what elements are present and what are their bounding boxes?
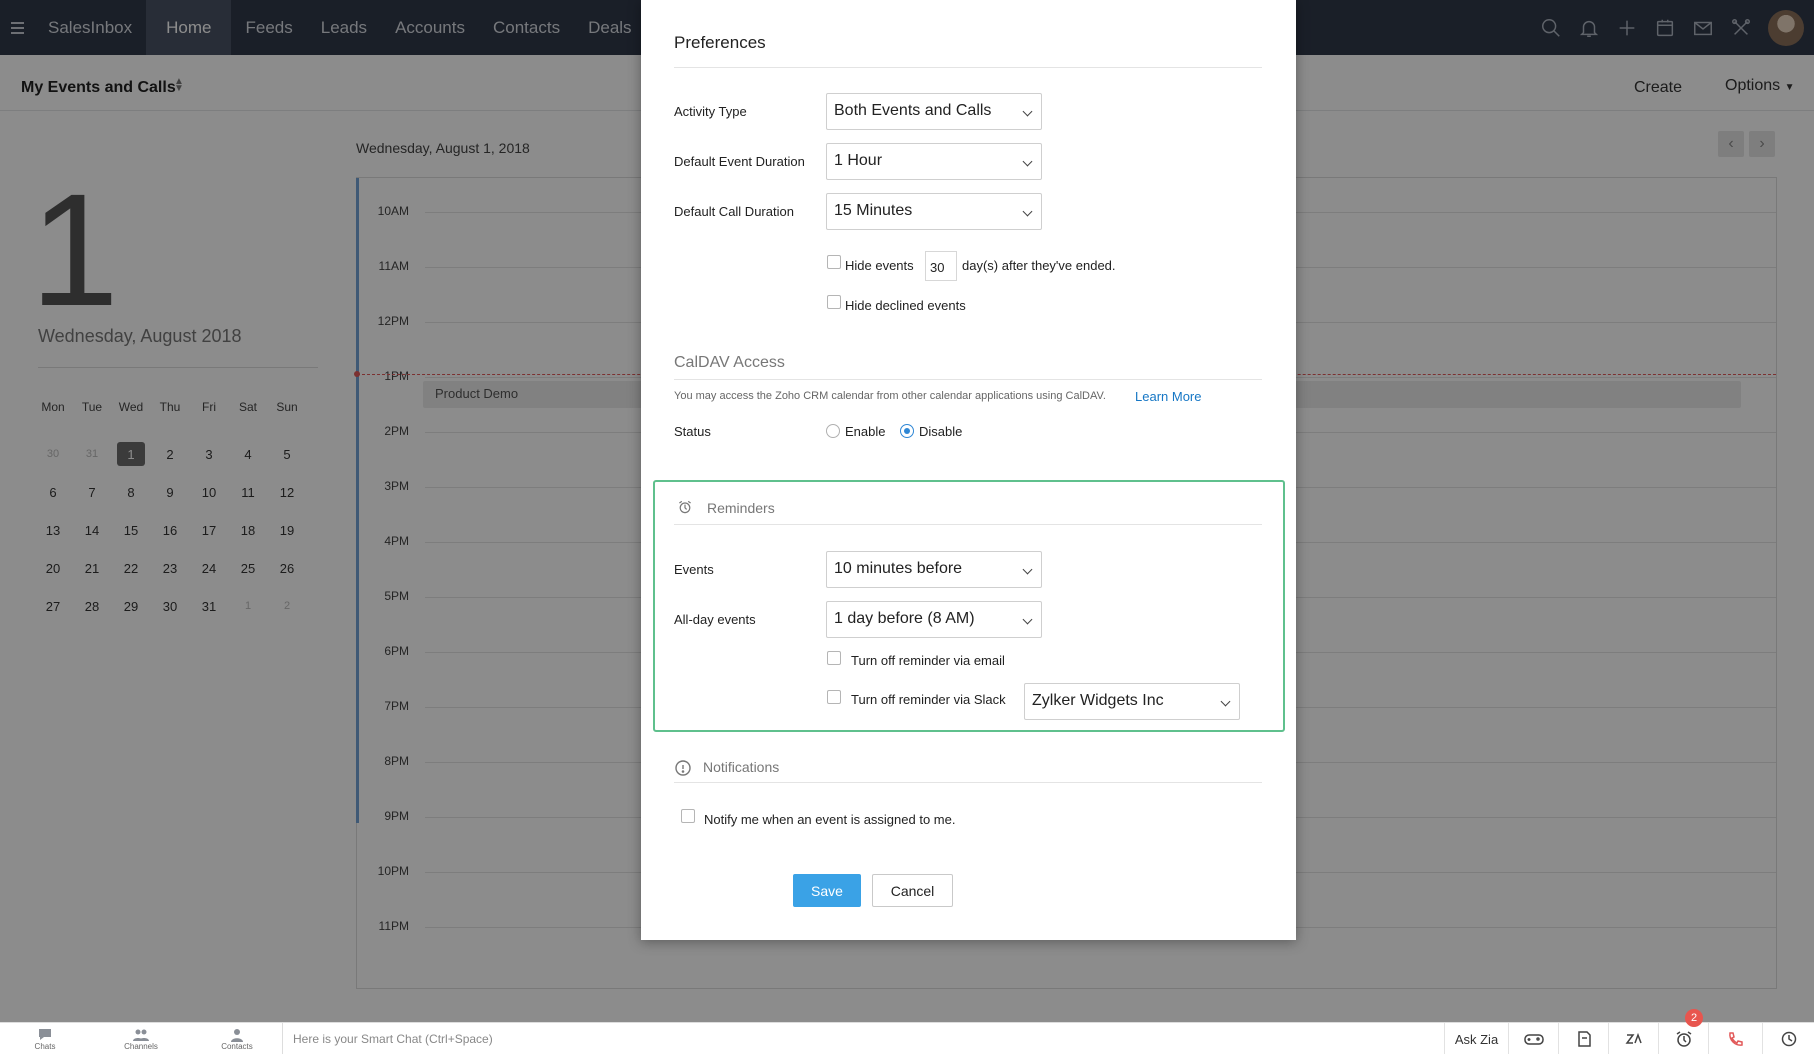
allday-reminder-label: All-day events [674,612,756,627]
learn-more-link[interactable]: Learn More [1135,389,1201,404]
cancel-button[interactable]: Cancel [872,874,953,907]
slack-reminder-off-checkbox[interactable] [827,690,841,704]
enable-radio[interactable] [826,424,840,438]
slack-workspace-select[interactable]: Zylker Widgets Inc [1024,683,1240,720]
call-duration-select[interactable]: 15 Minutes [826,193,1042,230]
email-reminder-off-label: Turn off reminder via email [851,653,1005,668]
hide-declined-checkbox[interactable] [827,295,841,309]
contacts-button[interactable]: Contacts [214,1023,260,1054]
bottom-bar: Chats Channels Contacts Here is your Sma… [0,1022,1814,1054]
events-reminder-label: Events [674,562,714,577]
event-duration-label: Default Event Duration [674,154,805,169]
notify-assigned-checkbox[interactable] [681,809,695,823]
divider [674,782,1262,783]
history-icon[interactable] [1762,1023,1814,1054]
note-icon[interactable] [1558,1023,1608,1054]
reminders-title: Reminders [707,500,775,516]
enable-label: Enable [845,424,886,439]
events-reminder-select[interactable]: 10 minutes before [826,551,1042,588]
caldav-helper-text: You may access the Zoho CRM calendar fro… [674,390,1106,402]
activity-type-value: Both Events and Calls [834,102,992,119]
slack-reminder-off-label: Turn off reminder via Slack [851,692,1006,707]
ask-zia-button[interactable]: Ask Zia [1444,1023,1508,1054]
caldav-title: CalDAV Access [674,354,785,371]
group-icon [133,1029,149,1041]
chevron-down-icon [1022,564,1033,575]
activity-type-label: Activity Type [674,104,747,119]
zia-icon[interactable] [1608,1023,1658,1054]
allday-reminder-select[interactable]: 1 day before (8 AM) [826,601,1042,638]
save-button[interactable]: Save [793,874,861,907]
hide-events-checkbox[interactable] [827,255,841,269]
person-icon [231,1028,243,1042]
phone-icon[interactable] [1708,1023,1762,1054]
divider [674,379,1262,380]
notifications-title: Notifications [703,759,780,775]
slack-workspace-value: Zylker Widgets Inc [1032,692,1164,709]
hide-declined-label: Hide declined events [845,298,966,313]
alarm-clock-icon [677,499,693,520]
smart-chat-input[interactable]: Here is your Smart Chat (Ctrl+Space) [282,1023,1442,1054]
call-duration-label: Default Call Duration [674,204,794,219]
notify-assigned-label: Notify me when an event is assigned to m… [704,812,956,827]
channels-label: Channels [124,1041,158,1051]
events-reminder-value: 10 minutes before [834,560,963,577]
chevron-down-icon [1022,614,1033,625]
allday-reminder-value: 1 day before (8 AM) [834,610,975,627]
alarm-clock-icon[interactable] [1658,1023,1708,1054]
contacts-label: Contacts [221,1041,253,1051]
hide-events-days-input[interactable]: 30 [925,251,957,281]
chat-info-icon [674,759,692,782]
chevron-down-icon [1022,206,1033,217]
event-duration-value: 1 Hour [834,152,883,169]
divider [674,524,1262,525]
chats-button[interactable]: Chats [28,1023,62,1054]
channels-button[interactable]: Channels [118,1023,164,1054]
preferences-dialog: Preferences Activity Type Both Events an… [641,0,1296,940]
status-label: Status [674,424,711,439]
disable-label: Disable [919,424,963,439]
hide-events-suffix: day(s) after they've ended. [962,258,1116,273]
dialog-title: Preferences [674,33,766,52]
disable-radio[interactable] [900,424,914,438]
event-duration-select[interactable]: 1 Hour [826,143,1042,180]
chevron-down-icon [1022,156,1033,167]
chevron-down-icon [1022,106,1033,117]
chats-label: Chats [34,1041,56,1051]
divider [674,67,1262,68]
activity-type-select[interactable]: Both Events and Calls [826,93,1042,130]
reminder-count-badge: 2 [1685,1009,1703,1027]
chevron-down-icon [1220,696,1231,707]
chat-bubble-icon [39,1028,51,1040]
email-reminder-off-checkbox[interactable] [827,651,841,665]
call-duration-value: 15 Minutes [834,202,913,219]
ask-zia-label: Ask Zia [1454,1031,1499,1047]
gamepad-icon[interactable] [1508,1023,1558,1054]
hide-events-label: Hide events [845,258,914,273]
